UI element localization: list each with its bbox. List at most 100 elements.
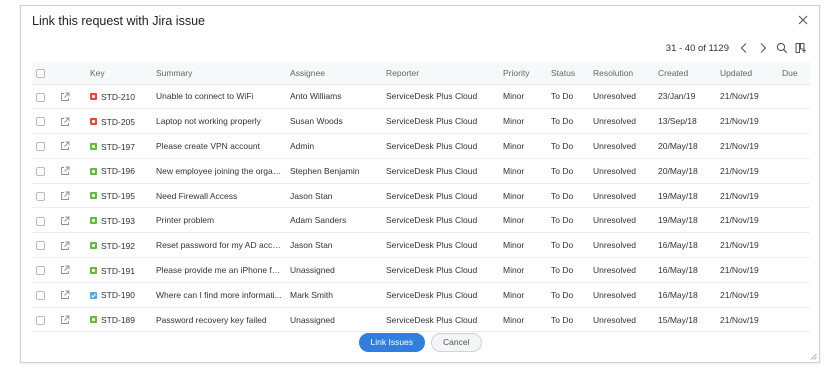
issue-key-cell: STD-197 [86, 134, 152, 159]
issue-key[interactable]: STD-205 [101, 117, 135, 127]
open-external-icon[interactable] [60, 92, 70, 102]
table-row[interactable]: STD-193 Printer problem Adam Sanders Servic… [32, 208, 810, 233]
issue-updated: 21/Nov/19 [720, 215, 759, 226]
issue-priority: Minor [503, 240, 525, 251]
column-chooser-icon[interactable] [795, 42, 807, 54]
open-external-icon[interactable] [60, 216, 70, 226]
row-checkbox[interactable] [36, 191, 45, 201]
open-external-icon[interactable] [60, 117, 70, 127]
open-external-icon[interactable] [60, 191, 70, 201]
column-header-summary[interactable]: Summary [152, 62, 286, 84]
issue-summary: Please provide me an iPhone for... [156, 264, 286, 275]
issue-created: 23/Jan/19 [658, 91, 696, 102]
column-header-updated[interactable]: Updated [716, 62, 778, 84]
issue-status: To Do [551, 264, 574, 275]
issue-assignee: Stephen Benjamin [290, 165, 360, 176]
select-all-checkbox[interactable] [36, 68, 45, 78]
row-checkbox[interactable] [36, 216, 45, 226]
issue-assignee: Adam Sanders [290, 215, 347, 226]
row-checkbox[interactable] [36, 92, 45, 102]
open-external-icon[interactable] [60, 290, 70, 300]
column-header-created[interactable]: Created [654, 62, 716, 84]
chevron-right-icon[interactable] [757, 42, 769, 54]
row-checkbox[interactable] [36, 142, 45, 152]
row-checkbox[interactable] [36, 315, 45, 325]
open-external-icon[interactable] [60, 166, 70, 176]
column-header-priority[interactable]: Priority [499, 62, 547, 84]
issue-priority: Minor [503, 140, 525, 151]
issue-due [778, 183, 810, 208]
issue-updated: 21/Nov/19 [720, 140, 759, 151]
row-select-cell [32, 282, 56, 307]
column-header-due[interactable]: Due [778, 62, 810, 84]
issue-key[interactable]: STD-193 [101, 216, 135, 226]
row-checkbox[interactable] [36, 166, 45, 176]
search-icon[interactable] [776, 42, 788, 54]
issue-reporter: ServiceDesk Plus Cloud [386, 91, 478, 102]
issue-created: 20/May/18 [658, 165, 698, 176]
link-issues-button[interactable]: Link Issues [358, 332, 426, 352]
issue-key[interactable]: STD-189 [101, 315, 135, 325]
issue-summary: Laptop not working properly [156, 116, 261, 127]
row-open-cell [56, 158, 86, 183]
issue-key[interactable]: STD-195 [101, 191, 135, 201]
issue-reporter: ServiceDesk Plus Cloud [386, 240, 478, 251]
issue-status: To Do [551, 190, 574, 201]
chevron-left-icon[interactable] [738, 42, 750, 54]
issue-created: 16/May/18 [658, 240, 698, 251]
row-checkbox[interactable] [36, 290, 45, 300]
issue-key-cell: STD-189 [86, 307, 152, 332]
row-select-cell [32, 208, 56, 233]
resize-grip-icon[interactable] [810, 353, 817, 360]
issue-assignee: Unassigned [290, 314, 335, 325]
issue-due [778, 134, 810, 159]
issue-key[interactable]: STD-191 [101, 265, 135, 275]
table-row[interactable]: STD-196 New employee joining the organ...… [32, 158, 810, 184]
issue-key[interactable]: STD-197 [101, 141, 135, 151]
issue-due [778, 233, 810, 258]
issue-summary: Unable to connect to WiFi [156, 91, 254, 102]
row-open-cell [56, 183, 86, 208]
issue-updated: 21/Nov/19 [720, 91, 759, 102]
open-external-icon[interactable] [60, 141, 70, 151]
row-select-cell [32, 158, 56, 183]
table-toolbar: 31 - 40 of 1129 [666, 40, 807, 56]
issue-summary: Where can I find more informati... [156, 289, 282, 300]
cancel-button[interactable]: Cancel [431, 332, 482, 352]
row-open-cell [56, 282, 86, 307]
column-header-reporter[interactable]: Reporter [382, 62, 499, 84]
issue-summary: Password recovery key failed [156, 314, 267, 325]
issue-reporter: ServiceDesk Plus Cloud [386, 140, 478, 151]
issue-key[interactable]: STD-190 [101, 290, 135, 300]
table-row[interactable]: STD-210 Unable to connect to WiFi Anto Wil… [32, 84, 810, 109]
open-external-icon[interactable] [60, 241, 70, 251]
table-row[interactable]: STD-189 Password recovery key failed Unass… [32, 307, 810, 332]
open-external-icon[interactable] [60, 315, 70, 325]
table-row[interactable]: STD-192 Reset password for my AD acco... J… [32, 233, 810, 258]
table-row[interactable]: STD-190 Where can I find more informati..… [32, 282, 810, 308]
issue-created: 19/May/18 [658, 215, 698, 226]
column-header-key[interactable]: Key [86, 62, 152, 84]
story-type-icon [90, 217, 97, 225]
column-header-assignee[interactable]: Assignee [286, 62, 382, 84]
issue-reporter: ServiceDesk Plus Cloud [386, 116, 478, 127]
close-icon[interactable] [797, 14, 809, 26]
row-checkbox[interactable] [36, 241, 45, 251]
issue-key-cell: STD-192 [86, 233, 152, 258]
table-row[interactable]: STD-191 Please provide me an iPhone for..… [32, 258, 810, 283]
issue-key-cell: STD-195 [86, 183, 152, 208]
table-row[interactable]: STD-205 Laptop not working properly Susan … [32, 109, 810, 134]
row-checkbox[interactable] [36, 117, 45, 127]
row-checkbox[interactable] [36, 266, 45, 276]
issue-summary: Printer problem [156, 215, 215, 226]
issue-key[interactable]: STD-192 [101, 241, 135, 251]
table-row[interactable]: STD-197 Please create VPN account Admin Ser… [32, 134, 810, 159]
table-row[interactable]: STD-195 Need Firewall Access Jason Stan Ser… [32, 183, 810, 208]
bug-type-icon [90, 93, 97, 101]
column-header-status[interactable]: Status [547, 62, 589, 84]
issues-table-body: STD-210 Unable to connect to WiFi Anto Wil… [32, 84, 810, 332]
issue-key[interactable]: STD-210 [101, 92, 135, 102]
column-header-resolution[interactable]: Resolution [589, 62, 654, 84]
open-external-icon[interactable] [60, 265, 70, 275]
issue-key[interactable]: STD-196 [101, 166, 135, 176]
